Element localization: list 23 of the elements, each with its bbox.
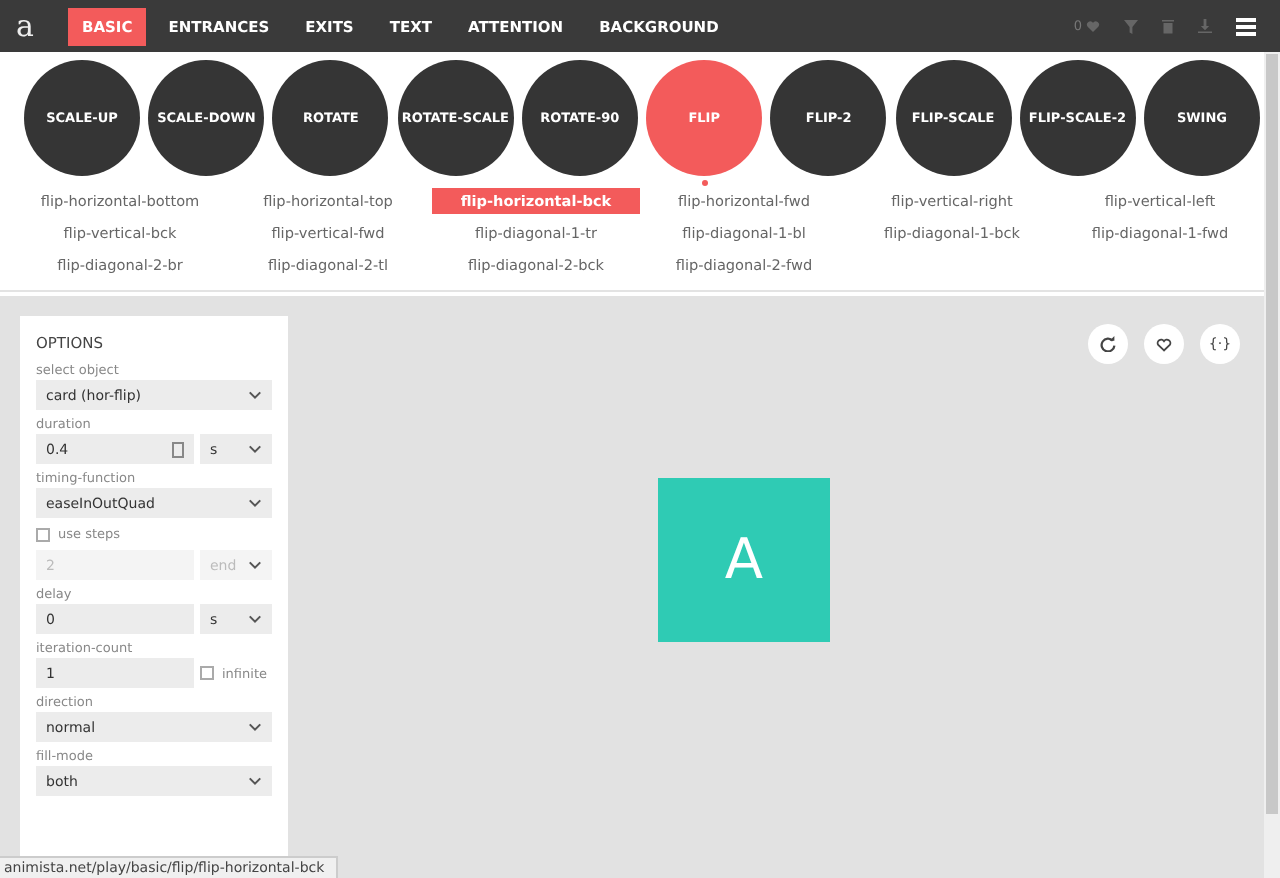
chevron-icon — [248, 560, 262, 570]
chevron-icon — [248, 722, 262, 732]
trash-icon[interactable] — [1162, 18, 1174, 34]
checkbox[interactable] — [200, 666, 214, 680]
chevron-icon — [248, 498, 262, 508]
refresh-icon — [1100, 336, 1116, 352]
chevron-icon — [248, 776, 262, 786]
scrollbar[interactable] — [1264, 52, 1280, 878]
logo[interactable]: a — [16, 8, 52, 44]
chevron-icon — [248, 614, 262, 624]
replay-button[interactable] — [1088, 324, 1128, 364]
selected-dot — [701, 180, 708, 186]
spinner-icon[interactable] — [172, 441, 184, 457]
download-icon[interactable] — [1198, 18, 1212, 34]
heart-icon — [1156, 337, 1172, 351]
animated-card: A — [658, 477, 830, 641]
heart-icon[interactable] — [1086, 20, 1100, 32]
filter-icon[interactable] — [1124, 19, 1138, 33]
favorite-button[interactable] — [1144, 324, 1184, 364]
checkbox[interactable] — [36, 527, 50, 541]
chevron-icon — [248, 390, 262, 400]
menu-icon[interactable] — [1236, 17, 1256, 35]
chevron-icon — [248, 444, 262, 454]
